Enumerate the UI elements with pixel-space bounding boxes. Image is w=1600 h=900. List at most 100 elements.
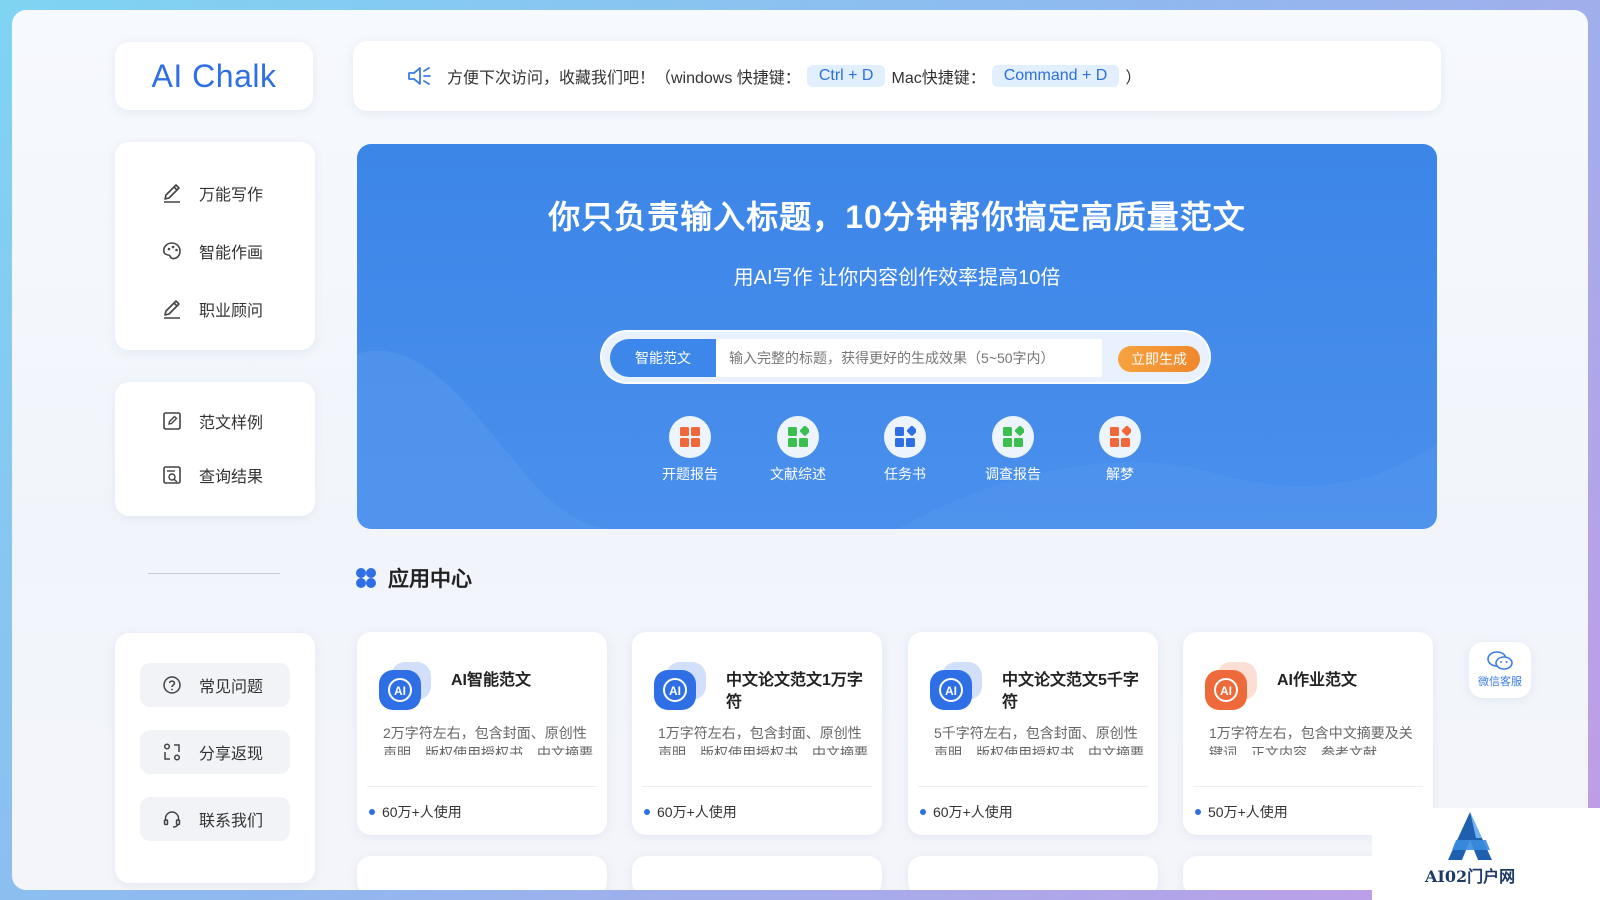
wechat-service-label: 微信客服 — [1478, 676, 1522, 688]
app-name: AI作业范文 — [1277, 672, 1358, 689]
sidebar-support-menu: 常见问题 分享返现 联系我们 — [115, 633, 315, 883]
bullet-dot — [1195, 809, 1201, 815]
sidebar-item-label: 范文样例 — [199, 415, 264, 432]
quick-link-label: 解梦 — [1106, 466, 1134, 482]
app-card-partial[interactable] — [632, 856, 882, 890]
wechat-service-button[interactable]: 微信客服 — [1469, 642, 1531, 698]
app-usage: 60万+人使用 — [644, 802, 737, 822]
quick-link-assignment[interactable]: 任务书 — [865, 416, 945, 484]
speaker-icon — [408, 67, 431, 85]
smart-essay-tab[interactable]: 智能范文 — [610, 339, 716, 377]
sidebar-item-painting[interactable]: 智能作画 — [115, 222, 315, 280]
bullet-dot — [369, 809, 375, 815]
ai-badge-icon: AI — [930, 662, 982, 710]
quick-link-survey-report[interactable]: 调查报告 — [973, 416, 1053, 484]
usage-count: 60万+人使用 — [657, 804, 737, 820]
app-description: 2万字符左右，包含封面、原创性声明、版权使用授权书、中文摘要 — [383, 725, 593, 755]
app-center-title: 应用中心 — [388, 568, 472, 591]
svg-text:AI: AI — [1220, 684, 1232, 698]
essay-search-bar: 智能范文 立即生成 — [600, 330, 1211, 384]
ai-badge-icon: AI — [1205, 662, 1257, 710]
hero-subtitle: 用AI写作 让你内容创作效率提高10倍 — [733, 267, 1061, 289]
usage-count: 50万+人使用 — [1208, 804, 1288, 820]
bookmark-notice: 方便下次访问，收藏我们吧！（windows 快捷键： Ctrl + D Mac快… — [353, 41, 1441, 111]
app-window: AI Chalk 方便下次访问，收藏我们吧！（windows 快捷键： Ctrl… — [12, 10, 1588, 890]
bullet-dot — [644, 809, 650, 815]
hero-title: 你只负责输入标题，10分钟帮你搞定高质量范文 — [548, 199, 1246, 235]
four-dots-icon — [356, 568, 376, 588]
app-name: 中文论文范文1万字符 — [726, 672, 863, 711]
quick-link-label: 调查报告 — [985, 466, 1041, 482]
quick-link-dream[interactable]: 解梦 — [1080, 416, 1160, 484]
app-name: 中文论文范文5千字符 — [1002, 672, 1139, 711]
quick-link-label: 任务书 — [884, 466, 926, 482]
app-usage: 60万+人使用 — [369, 802, 462, 822]
grid-icon — [1099, 416, 1141, 458]
share-cashback-button[interactable]: 分享返现 — [140, 730, 290, 774]
app-center-heading: 应用中心 — [355, 563, 472, 593]
quick-link-label: 开题报告 — [662, 466, 718, 482]
svg-text:AI: AI — [669, 684, 681, 698]
app-card-cn-paper-5k[interactable]: AI 中文论文范文5千字符 5千字符左右，包含封面、原创性声明、版权使用授权书、… — [908, 632, 1158, 835]
question-icon — [163, 676, 181, 694]
search-doc-icon — [163, 466, 181, 484]
sidebar-item-samples[interactable]: 范文样例 — [115, 394, 315, 448]
mac-shortcut-label: Mac快捷键： — [891, 70, 986, 87]
sidebar-item-query-results[interactable]: 查询结果 — [115, 448, 315, 502]
app-card-ai-essay[interactable]: AI AI智能范文 2万字符左右，包含封面、原创性声明、版权使用授权书、中文摘要… — [357, 632, 607, 835]
app-usage: 60万+人使用 — [920, 802, 1013, 822]
watermark: AI02门户网 — [1372, 808, 1600, 900]
ai-badge-icon: AI — [654, 662, 706, 710]
app-name: AI智能范文 — [451, 672, 532, 689]
card-divider — [367, 786, 597, 787]
sidebar-item-career[interactable]: 职业顾问 — [115, 280, 315, 338]
faq-button[interactable]: 常见问题 — [140, 663, 290, 707]
app-description: 1万字符左右，包含封面、原创性声明、版权使用授权书、中文摘要 — [658, 725, 868, 755]
wechat-icon — [1487, 651, 1513, 670]
usage-count: 60万+人使用 — [933, 804, 1013, 820]
app-card-partial[interactable] — [908, 856, 1158, 890]
sidebar-item-label: 智能作画 — [199, 245, 264, 262]
app-card-partial[interactable] — [357, 856, 607, 890]
app-card-cn-paper-10k[interactable]: AI 中文论文范文1万字符 1万字符左右，包含封面、原创性声明、版权使用授权书、… — [632, 632, 882, 835]
grid-icon — [669, 416, 711, 458]
app-description: 5千字符左右，包含封面、原创性声明、版权使用授权书、中文摘要 — [934, 725, 1144, 755]
quick-link-proposal[interactable]: 开题报告 — [650, 416, 730, 484]
hero-banner: 你只负责输入标题，10分钟帮你搞定高质量范文 用AI写作 让你内容创作效率提高1… — [357, 144, 1437, 529]
generate-button[interactable]: 立即生成 — [1118, 346, 1200, 372]
app-usage: 50万+人使用 — [1195, 802, 1288, 822]
watermark-text: AI02门户网 — [1425, 867, 1516, 886]
card-divider — [918, 786, 1148, 787]
faq-label: 常见问题 — [199, 679, 264, 696]
card-divider — [1193, 786, 1423, 787]
grid-icon — [884, 416, 926, 458]
usage-count: 60万+人使用 — [382, 804, 462, 820]
sidebar-tools-menu: 万能写作 智能作画 职业顾问 — [115, 142, 315, 350]
pencil-icon — [164, 184, 180, 203]
sidebar-item-label: 职业顾问 — [199, 303, 264, 320]
quick-link-label: 文献综述 — [770, 466, 826, 482]
contact-us-button[interactable]: 联系我们 — [140, 797, 290, 841]
share-icon — [163, 743, 181, 761]
essay-title-input[interactable] — [716, 339, 1102, 377]
watermark-logo — [1448, 812, 1492, 860]
bullet-dot — [920, 809, 926, 815]
app-description: 1万字符左右，包含中文摘要及关键词、正文内容、参考文献 — [1209, 725, 1413, 755]
quick-link-literature-review[interactable]: 文献综述 — [758, 416, 838, 484]
sidebar-item-writing[interactable]: 万能写作 — [115, 164, 315, 222]
mac-shortcut-badge: Command + D — [991, 65, 1120, 87]
notice-text: 方便下次访问，收藏我们吧！（windows 快捷键： — [447, 70, 801, 87]
svg-text:AI: AI — [945, 684, 957, 698]
grid-icon — [992, 416, 1034, 458]
sidebar-item-label: 万能写作 — [199, 187, 264, 204]
svg-text:AI: AI — [394, 684, 406, 698]
card-divider — [642, 786, 872, 787]
palette-icon — [163, 242, 181, 260]
sidebar-docs-menu: 范文样例 查询结果 — [115, 382, 315, 516]
sidebar-divider — [148, 573, 280, 574]
contact-us-label: 联系我们 — [199, 813, 264, 830]
app-card-ai-homework[interactable]: AI AI作业范文 1万字符左右，包含中文摘要及关键词、正文内容、参考文献 50… — [1183, 632, 1433, 835]
ai-badge-icon: AI — [379, 662, 431, 710]
logo[interactable]: AI Chalk — [115, 42, 313, 110]
pencil-icon — [164, 300, 180, 319]
